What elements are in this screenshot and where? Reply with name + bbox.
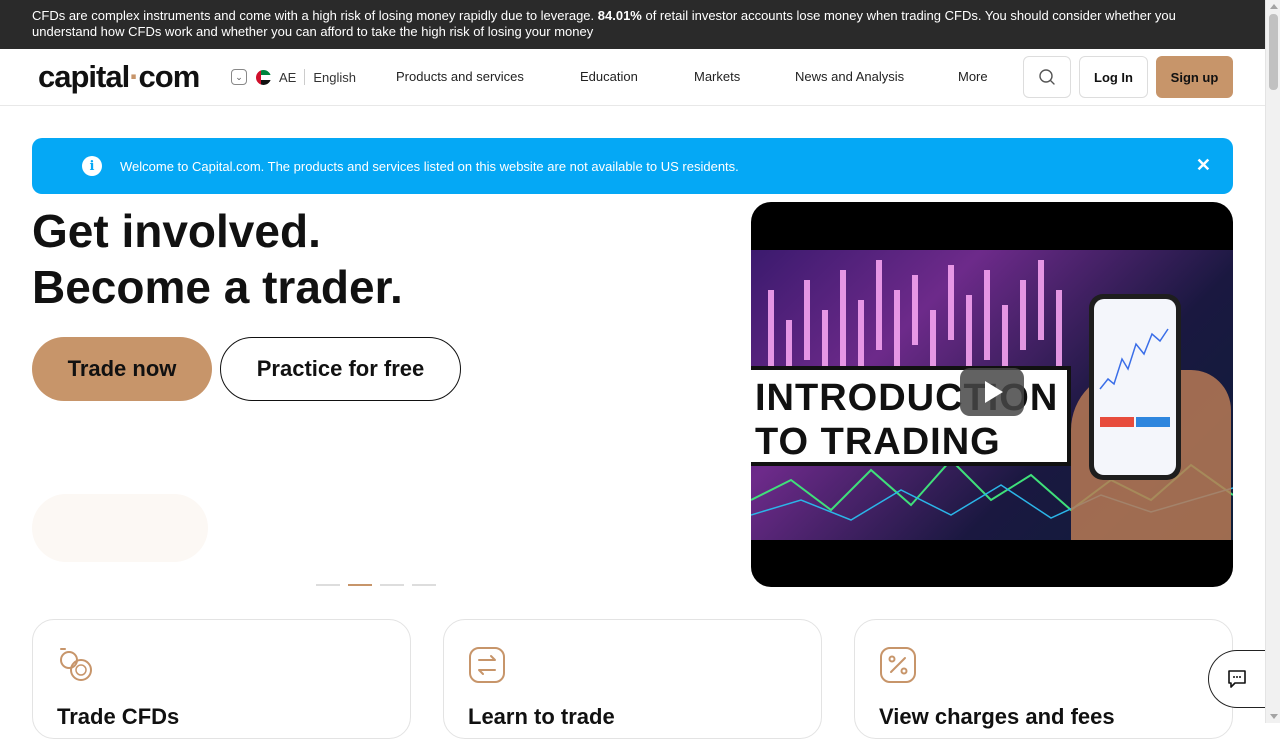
nav-more[interactable]: More — [958, 69, 988, 84]
login-button[interactable]: Log In — [1079, 56, 1148, 98]
chevron-down-icon: ⌄ — [231, 69, 247, 85]
exchange-icon — [469, 647, 505, 683]
risk-warning-percent: 84.01% — [597, 8, 642, 23]
card-title: Trade CFDs — [57, 704, 180, 729]
search-icon — [1039, 69, 1055, 85]
nav-education[interactable]: Education — [580, 69, 638, 84]
slide-dot[interactable] — [412, 584, 436, 586]
hero-title: Get involved. Become a trader. — [32, 203, 403, 315]
hero-title-line-1: Get involved. — [32, 205, 321, 257]
play-button[interactable] — [960, 368, 1024, 416]
scroll-up-arrow-icon[interactable] — [1270, 4, 1278, 9]
info-icon: i — [82, 156, 102, 176]
page-scrollbar[interactable] — [1265, 0, 1280, 723]
chat-icon — [1228, 670, 1246, 688]
phone-image — [1089, 294, 1181, 480]
scroll-down-arrow-icon[interactable] — [1270, 714, 1278, 719]
card-trade-cfds[interactable]: Trade CFDs — [32, 619, 411, 739]
region-code: AE — [279, 69, 297, 85]
hero-slide-indicator — [316, 584, 444, 586]
notice-text: Welcome to Capital.com. The products and… — [120, 158, 739, 174]
uae-flag-icon — [256, 69, 271, 85]
chat-button[interactable] — [1208, 650, 1265, 708]
card-learn-to-trade[interactable]: Learn to trade — [443, 619, 822, 739]
signup-button[interactable]: Sign up — [1156, 56, 1233, 98]
practice-for-free-button[interactable]: Practice for free — [220, 337, 461, 401]
hero-transition-ghost-button — [32, 494, 208, 562]
nav-news-and-analysis[interactable]: News and Analysis — [795, 69, 904, 84]
hero-title-line-2: Become a trader. — [32, 261, 403, 313]
search-button[interactable] — [1023, 56, 1071, 98]
scrollbar-thumb[interactable] — [1269, 14, 1278, 90]
nav-markets[interactable]: Markets — [694, 69, 740, 84]
card-title: Learn to trade — [468, 704, 615, 729]
risk-warning-bar: CFDs are complex instruments and come wi… — [0, 0, 1265, 49]
region-divider — [304, 69, 306, 85]
card-title: View charges and fees — [879, 704, 1115, 729]
region-selector[interactable]: ⌄ AE English — [231, 69, 356, 85]
close-icon[interactable]: ✕ — [1196, 155, 1211, 176]
nav-products-and-services[interactable]: Products and services — [396, 69, 524, 84]
video-title-line-2: TO TRADING — [755, 421, 1001, 463]
slide-dot[interactable] — [380, 584, 404, 586]
intro-video-player[interactable]: INTRODUCTION TO TRADING — [751, 202, 1233, 587]
percent-icon — [880, 647, 916, 683]
slide-dot[interactable] — [316, 584, 340, 586]
slide-dot-active[interactable] — [348, 584, 372, 586]
risk-warning-text-1: CFDs are complex instruments and come wi… — [32, 8, 598, 23]
language-label[interactable]: English — [313, 70, 356, 85]
trade-now-button[interactable]: Trade now — [32, 337, 212, 401]
capital-logo[interactable]: capital·com — [38, 59, 200, 95]
play-icon — [985, 381, 1003, 403]
coins-icon — [60, 648, 92, 681]
card-view-charges-and-fees[interactable]: View charges and fees — [854, 619, 1233, 739]
site-header: capital·com ⌄ AE English Products and se… — [0, 49, 1265, 106]
us-residents-notice: i Welcome to Capital.com. The products a… — [32, 138, 1233, 194]
